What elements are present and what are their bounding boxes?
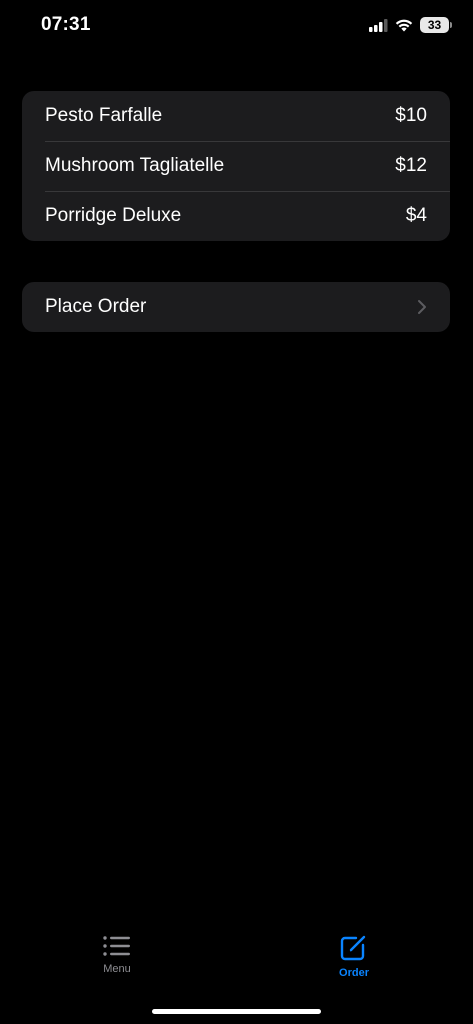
item-price: $4 [405,205,427,226]
cellular-signal-icon [369,18,388,32]
list-item[interactable]: Mushroom Tagliatelle $12 [22,141,450,191]
menu-list: Pesto Farfalle $10 Mushroom Tagliatelle … [22,91,450,241]
battery-icon: 33 [420,17,452,33]
status-bar: 07:31 33 [0,0,473,54]
item-name: Porridge Deluxe [45,205,182,226]
battery-level: 33 [427,18,442,32]
tab-order[interactable]: Order [314,935,394,979]
tab-menu-label: Menu [103,963,131,975]
list-icon [103,936,130,956]
place-order-row[interactable]: Place Order [22,282,450,332]
tab-menu[interactable]: Menu [77,935,157,975]
status-time: 07:31 [41,14,91,35]
item-price: $10 [395,105,427,126]
wifi-icon [395,19,413,31]
item-price: $12 [395,155,427,176]
tab-order-label: Order [339,967,369,979]
list-item[interactable]: Pesto Farfalle $10 [22,91,450,141]
place-order-button[interactable]: Place Order [22,282,450,332]
item-name: Pesto Farfalle [45,105,163,126]
chevron-right-icon [418,300,426,314]
compose-icon [340,935,366,961]
home-indicator[interactable] [152,1009,321,1014]
status-icons: 33 [369,17,452,33]
tab-bar: Menu Order [0,925,473,995]
list-item[interactable]: Porridge Deluxe $4 [22,191,450,241]
item-name: Mushroom Tagliatelle [45,155,225,176]
place-order-label: Place Order [45,296,147,317]
